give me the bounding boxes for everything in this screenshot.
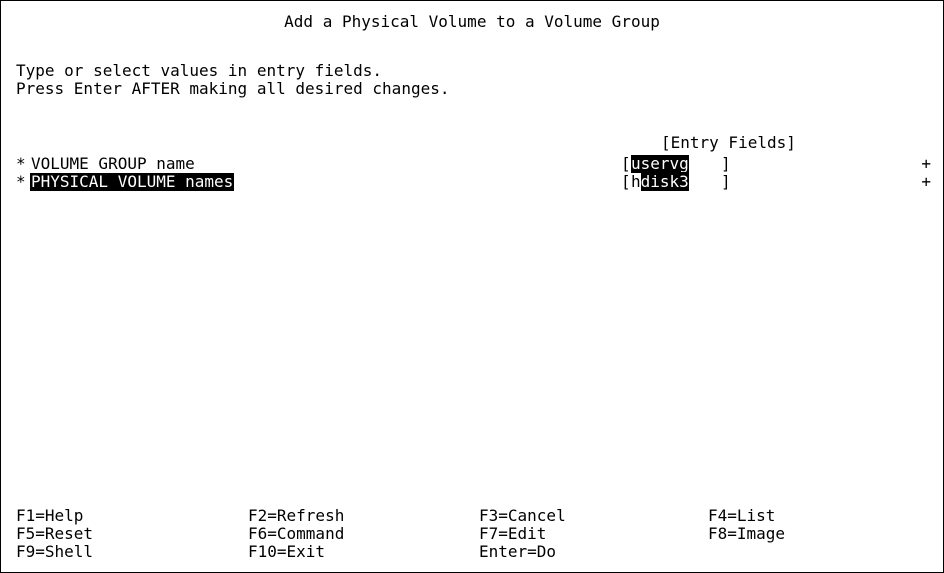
field-bracket-close: ] [721,154,731,173]
f3-cancel-key[interactable]: F3=Cancel [479,507,566,525]
field-bracket-open: [ [621,154,631,173]
f8-image-key[interactable]: F8=Image [708,525,785,543]
f4-list-key[interactable]: F4=List [708,507,775,525]
f7-edit-key[interactable]: F7=Edit [479,525,546,543]
text-cursor-char: h [631,172,641,191]
field-label-volume-group[interactable]: VOLUME GROUP name [30,155,196,173]
field-bracket-close: ] [721,172,731,191]
entry-fields-header: [Entry Fields] [661,133,796,152]
f9-shell-key[interactable]: F9=Shell [16,543,93,561]
screen-title: Add a Physical Volume to a Volume Group [284,12,660,31]
field-row-volume-group[interactable]: * VOLUME GROUP name [ uservg ] + [16,155,931,173]
f6-command-key[interactable]: F6=Command [248,525,344,543]
required-marker: * [16,154,26,173]
physical-volume-value-highlight: disk3 [640,172,689,191]
function-key-row: F1=Help F2=Refresh F3=Cancel F4=List [16,507,931,525]
function-key-row: F5=Reset F6=Command F7=Edit F8=Image [16,525,931,543]
f1-help-key[interactable]: F1=Help [16,507,83,525]
field-label-physical-volume[interactable]: PHYSICAL VOLUME names [30,173,235,191]
function-key-legend: F1=Help F2=Refresh F3=Cancel F4=List F5=… [16,507,931,561]
function-key-row: F9=Shell F10=Exit Enter=Do [16,543,931,561]
f2-refresh-key[interactable]: F2=Refresh [248,507,344,525]
field-row-physical-volume[interactable]: * PHYSICAL VOLUME names [ hdisk3 ] + [16,172,931,191]
list-available-marker[interactable]: + [921,155,931,173]
field-bracket-open: [ [621,172,631,191]
required-marker: * [16,172,26,191]
instruction-line-2: Press Enter AFTER making all desired cha… [16,79,450,98]
enter-do-key[interactable]: Enter=Do [479,543,556,561]
physical-volume-input[interactable]: hdisk3 [631,172,689,191]
f10-exit-key[interactable]: F10=Exit [248,543,325,561]
instruction-line-1: Type or select values in entry fields. [16,61,383,80]
list-available-marker[interactable]: + [921,173,931,191]
f5-reset-key[interactable]: F5=Reset [16,525,93,543]
smit-screen: Add a Physical Volume to a Volume Group … [0,0,944,573]
volume-group-input[interactable]: uservg [631,155,689,173]
